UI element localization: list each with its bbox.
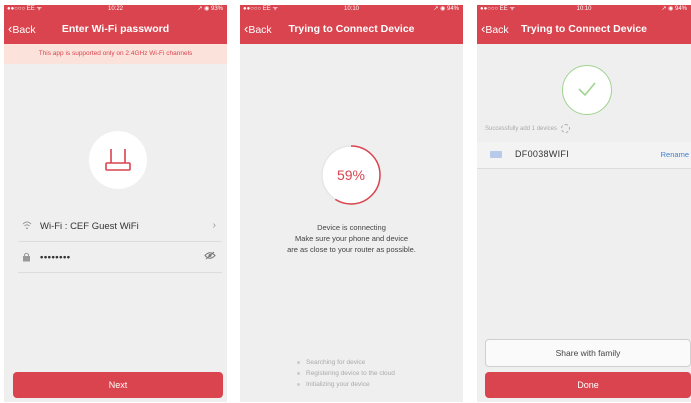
page-title: Trying to Connect Device: [288, 23, 415, 35]
device-name: DF0038WIFI: [515, 149, 570, 159]
screen-enter-wifi-password: ●●○○○ EE ᯤ 10:22 ↗ ◉ 93% ‹Back Enter Wi-…: [4, 5, 227, 402]
status-time: 10:10: [343, 6, 359, 12]
navigation-bar: ‹Back Enter Wi-Fi password: [4, 14, 227, 44]
device-icon: [490, 151, 502, 158]
password-row[interactable]: ••••••••: [18, 244, 222, 273]
chevron-right-icon: ›: [212, 220, 216, 231]
device-row: DF0038WIFI Rename: [477, 142, 691, 169]
screen-device-added: ●●○○○ EE ᯤ 10:10 ↗ ◉ 94% ‹Back Trying to…: [477, 5, 691, 402]
step-item: Initializing your device: [297, 379, 395, 390]
router-icon: [105, 149, 131, 171]
step-item: Searching for device: [297, 357, 395, 368]
progress-ring: 59%: [320, 144, 382, 206]
spinner-icon: [560, 124, 570, 133]
success-text: Successfully add 1 devices: [485, 126, 558, 133]
message-line: Make sure your phone and device: [295, 234, 408, 243]
share-with-family-button[interactable]: Share with family: [485, 339, 691, 367]
message-line: Device is connecting: [317, 223, 386, 232]
status-bar: ●●○○○ EE ᯤ 10:10 ↗ ◉ 94%: [477, 5, 691, 14]
check-icon: [578, 82, 596, 97]
success-check: [562, 65, 612, 115]
page-title: Trying to Connect Device: [520, 23, 648, 35]
done-button[interactable]: Done: [485, 372, 691, 398]
lock-icon: [22, 252, 31, 265]
battery-label: ↗ ◉ 94%: [661, 6, 687, 12]
navigation-bar: ‹Back Trying to Connect Device: [240, 14, 463, 44]
status-bar: ●●○○○ EE ᯤ 10:10 ↗ ◉ 94%: [240, 5, 463, 14]
next-button[interactable]: Next: [13, 372, 223, 398]
connection-steps: Searching for device Registering device …: [297, 357, 395, 390]
rename-button[interactable]: Rename: [661, 150, 689, 159]
channel-notice-banner: This app is supported only on 2.4GHz Wi-…: [4, 44, 227, 64]
wifi-network-label: Wi-Fi : CEF Guest WiFi: [40, 221, 139, 232]
password-field[interactable]: ••••••••: [40, 252, 71, 263]
wifi-network-row[interactable]: Wi-Fi : CEF Guest WiFi ›: [18, 213, 222, 242]
step-item: Registering device to the cloud: [297, 368, 395, 379]
connecting-message: Device is connecting Make sure your phon…: [240, 222, 463, 255]
status-time: 10:22: [107, 6, 123, 12]
battery-label: ↗ ◉ 94%: [433, 6, 459, 12]
router-illustration: [89, 131, 147, 189]
eye-off-icon[interactable]: [204, 251, 216, 263]
status-bar: ●●○○○ EE ᯤ 10:22 ↗ ◉ 93%: [4, 5, 227, 14]
page-title: Enter Wi-Fi password: [61, 23, 170, 35]
status-time: 10:10: [576, 6, 592, 12]
screen-connecting: ●●○○○ EE ᯤ 10:10 ↗ ◉ 94% ‹Back Trying to…: [240, 5, 463, 402]
wifi-icon: [22, 221, 32, 233]
message-line: are as close to your router as possible.: [287, 245, 416, 254]
battery-label: ↗ ◉ 93%: [197, 6, 223, 12]
navigation-bar: ‹Back Trying to Connect Device: [477, 14, 691, 44]
progress-percentage: 59%: [336, 167, 366, 183]
success-status: Successfully add 1 devices: [485, 124, 570, 133]
